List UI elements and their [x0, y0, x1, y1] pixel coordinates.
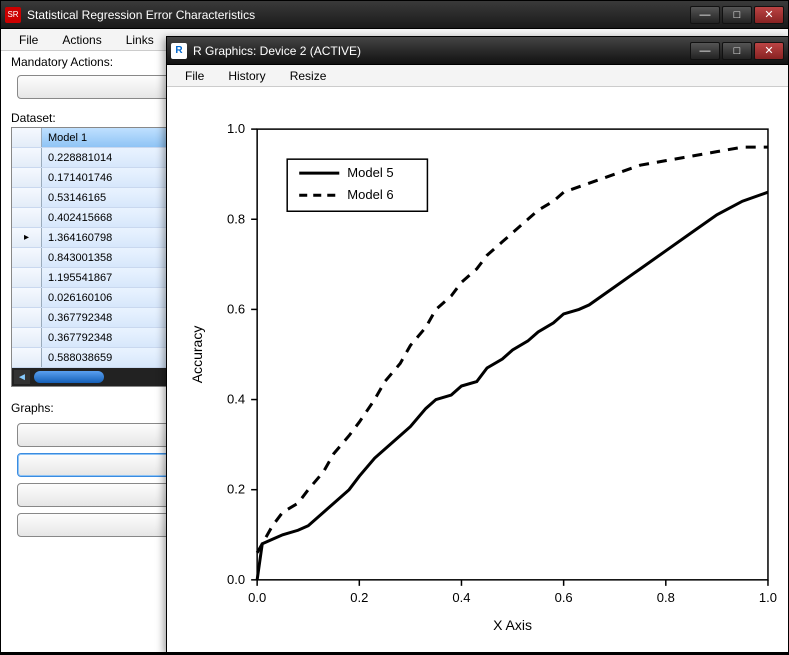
svg-text:0.8: 0.8: [227, 211, 245, 226]
r-close-button[interactable]: ✕: [754, 42, 784, 60]
minimize-button[interactable]: —: [690, 6, 720, 24]
svg-text:Accuracy: Accuracy: [189, 326, 205, 384]
row-header: [12, 208, 42, 227]
row-header: [12, 328, 42, 347]
r-menubar: File History Resize: [167, 65, 788, 87]
r-minimize-button[interactable]: —: [690, 42, 720, 60]
corner-cell: [12, 128, 42, 147]
row-header: [12, 148, 42, 167]
app-icon: SR: [5, 7, 21, 23]
main-titlebar[interactable]: SR Statistical Regression Error Characte…: [1, 1, 788, 29]
r-menu-history[interactable]: History: [218, 67, 275, 85]
svg-text:0.6: 0.6: [555, 590, 573, 605]
menu-links[interactable]: Links: [116, 31, 164, 49]
svg-text:0.6: 0.6: [227, 301, 245, 316]
row-header: [12, 188, 42, 207]
maximize-button[interactable]: □: [722, 6, 752, 24]
row-header: [12, 248, 42, 267]
r-menu-file[interactable]: File: [175, 67, 214, 85]
close-button[interactable]: ✕: [754, 6, 784, 24]
svg-text:0.4: 0.4: [452, 590, 470, 605]
r-title: R Graphics: Device 2 (ACTIVE): [193, 44, 690, 58]
svg-text:0.0: 0.0: [227, 572, 245, 587]
r-maximize-button[interactable]: □: [722, 42, 752, 60]
r-menu-resize[interactable]: Resize: [280, 67, 337, 85]
row-header: [12, 268, 42, 287]
svg-text:0.0: 0.0: [248, 590, 266, 605]
r-titlebar[interactable]: R R Graphics: Device 2 (ACTIVE) — □ ✕: [167, 37, 788, 65]
row-header: [12, 308, 42, 327]
menu-actions[interactable]: Actions: [52, 31, 111, 49]
row-header: [12, 168, 42, 187]
legend-entry: Model 6: [347, 187, 393, 202]
svg-text:0.2: 0.2: [350, 590, 368, 605]
r-icon: R: [171, 43, 187, 59]
r-graphics-window: R R Graphics: Device 2 (ACTIVE) — □ ✕ Fi…: [166, 36, 789, 653]
svg-text:X Axis: X Axis: [493, 617, 532, 633]
chart: 0.0 0.2 0.4 0.6 0.8 1.0 0.0 0.2 0.4 0.6 0.8 1.0 X Ax…: [167, 87, 788, 652]
series-model-5: [257, 192, 768, 580]
svg-text:1.0: 1.0: [227, 121, 245, 136]
scroll-left-icon[interactable]: ◄: [14, 370, 30, 384]
menu-file[interactable]: File: [9, 31, 48, 49]
svg-text:1.0: 1.0: [759, 590, 777, 605]
plot-area: 0.0 0.2 0.4 0.6 0.8 1.0 0.0 0.2 0.4 0.6 0.8 1.0 X Ax…: [167, 87, 788, 652]
svg-text:0.2: 0.2: [227, 482, 245, 497]
scroll-thumb[interactable]: [34, 371, 104, 383]
main-title: Statistical Regression Error Characteris…: [27, 8, 690, 22]
svg-text:0.4: 0.4: [227, 392, 245, 407]
svg-text:0.8: 0.8: [657, 590, 675, 605]
row-header: ▸: [12, 228, 42, 247]
row-header: [12, 348, 42, 367]
row-header: [12, 288, 42, 307]
legend-entry: Model 5: [347, 165, 393, 180]
